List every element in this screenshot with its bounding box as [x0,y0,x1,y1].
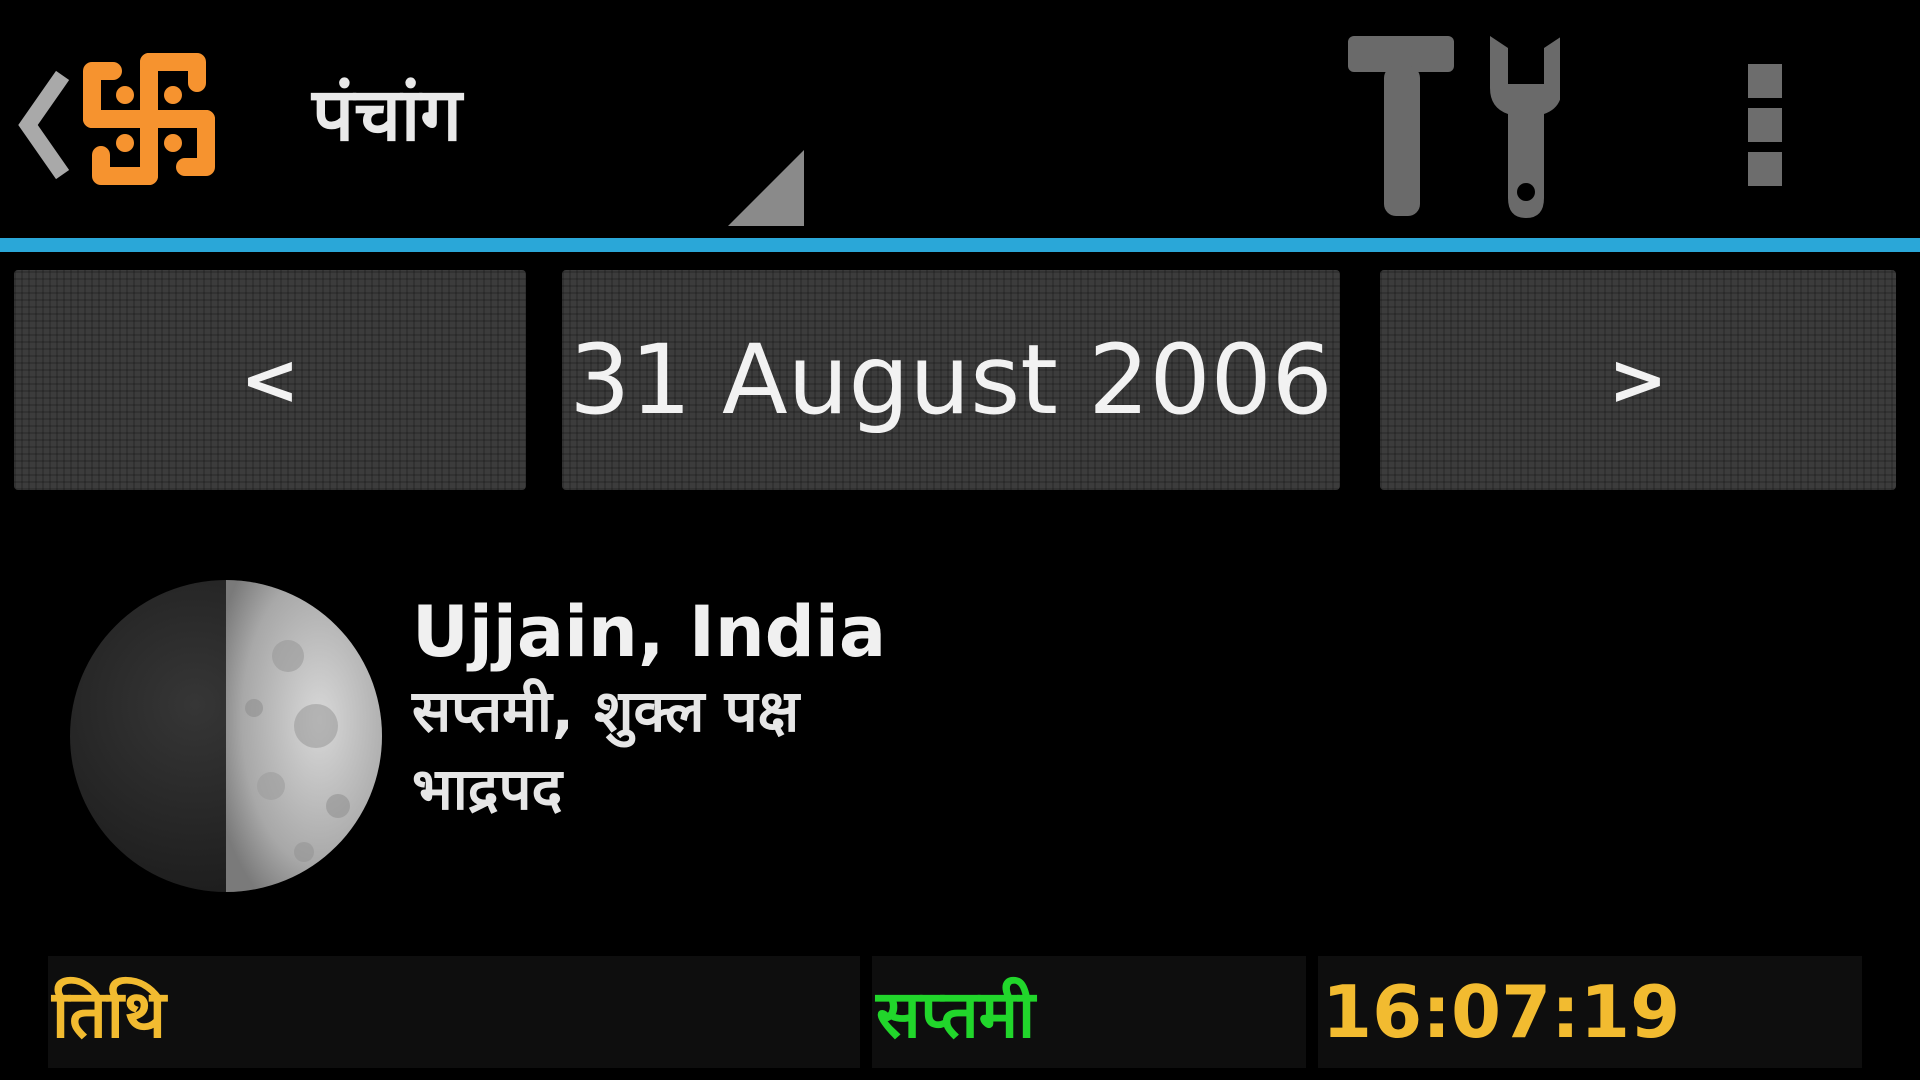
tithi-value: सप्तमी [872,956,1306,1068]
swastika-logo-icon [83,53,215,185]
chevron-left-icon [18,70,70,180]
overflow-menu-button[interactable] [1720,50,1810,200]
location-name: Ujjain, India [412,591,887,673]
previous-day-button[interactable]: < [14,270,526,490]
dropdown-triangle-icon[interactable] [728,150,804,226]
date-picker-button[interactable]: 31 August 2006 [562,270,1340,490]
overflow-menu-icon [1748,64,1782,98]
tithi-label: तिथि [48,956,860,1068]
action-bar-divider [0,238,1920,252]
tithi-paksha-text: सप्तमी, शुक्ल पक्ष [412,677,800,745]
tools-icon[interactable] [1340,26,1560,222]
tithi-end-time: 16:07:19 [1318,956,1862,1068]
action-bar: पंचांग [0,0,1920,236]
overflow-dot [1748,108,1782,142]
app-title[interactable]: पंचांग [312,78,462,152]
moon-phase-icon [70,580,382,892]
next-day-button[interactable]: > [1380,270,1896,490]
tithi-row[interactable]: तिथि सप्तमी 16:07:19 [48,956,1862,1068]
home-up-button[interactable] [8,24,218,204]
overflow-dot [1748,152,1782,186]
location-info: Ujjain, India सप्तमी, शुक्ल पक्ष भाद्रपद [412,592,886,828]
lunar-month-text: भाद्रपद [412,755,563,823]
